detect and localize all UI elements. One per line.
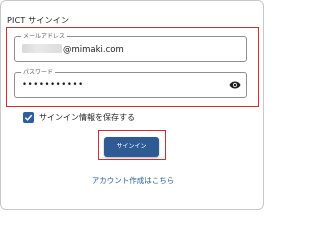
check-icon xyxy=(24,114,33,121)
password-field-label: パスワード xyxy=(21,68,56,77)
signin-dialog: PICT サインイン メールアドレス @mimaki.com パスワード •••… xyxy=(0,0,264,210)
dialog-title: PICT サインイン xyxy=(7,16,70,25)
eye-icon[interactable] xyxy=(229,80,241,90)
create-account-link[interactable]: アカウント作成はこちら xyxy=(1,175,265,186)
save-credentials-label: サインイン情報を保存する xyxy=(39,113,135,122)
email-value: @mimaki.com xyxy=(22,44,124,55)
email-field[interactable]: メールアドレス @mimaki.com xyxy=(14,32,247,62)
save-credentials-checkbox[interactable] xyxy=(23,112,34,123)
password-field[interactable]: パスワード ••••••••••• xyxy=(14,68,247,98)
email-field-label: メールアドレス xyxy=(21,32,68,41)
password-value: ••••••••••• xyxy=(22,80,84,90)
redacted-username xyxy=(22,44,62,53)
email-domain: @mimaki.com xyxy=(63,45,124,55)
signin-button[interactable]: サインイン xyxy=(104,137,159,157)
